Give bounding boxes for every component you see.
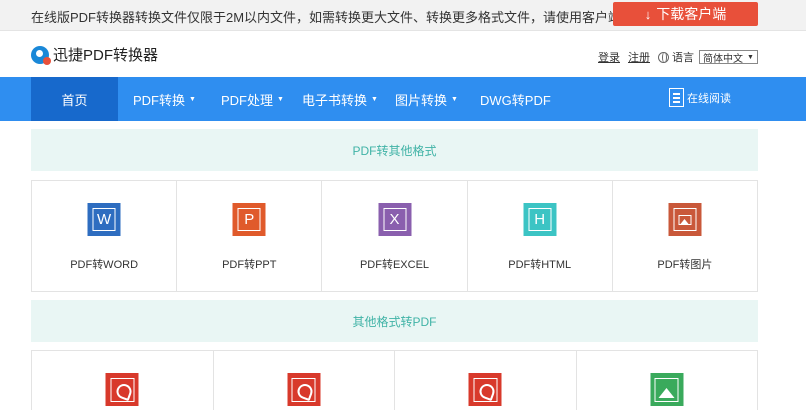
caret-down-icon: ▼ (747, 53, 754, 61)
cell-label: PDF转PPT (222, 259, 277, 271)
online-read-label: 在线阅读 (687, 92, 731, 105)
word-icon: W (87, 203, 121, 236)
nav-label: DWG转PDF (480, 92, 551, 108)
header: 迅捷PDF转换器 登录 注册 语言 简体中文 ▼ (0, 32, 806, 77)
image-icon (668, 203, 702, 236)
nav-item-dwg-to-pdf[interactable]: DWG转PDF (480, 77, 551, 121)
excel-icon: X (378, 203, 411, 236)
ppt-icon: P (232, 203, 266, 236)
register-link[interactable]: 注册 (628, 49, 650, 65)
nav-label: PDF处理 (221, 92, 274, 108)
language-value: 简体中文 (703, 53, 743, 65)
image-icon (650, 373, 684, 406)
nav-label: 电子书转换 (302, 92, 368, 108)
login-link[interactable]: 登录 (598, 49, 620, 65)
picture-glyph-icon (678, 214, 692, 225)
convert-pdf-to-word[interactable]: W PDF转WORD (32, 181, 178, 291)
convert-to-pdf-item[interactable] (214, 351, 395, 410)
globe-icon (658, 51, 669, 63)
convert-pdf-to-image[interactable]: PDF转图片 (613, 181, 757, 291)
nav-label: PDF转换 (133, 92, 186, 108)
cell-label: PDF转EXCEL (359, 259, 430, 271)
nav-label: 首页 (61, 92, 88, 108)
cell-label: PDF转WORD (70, 259, 139, 271)
convert-to-pdf-item[interactable] (32, 351, 214, 410)
notice-text: 在线版PDF转换器转换文件仅限于2M以内文件，如需转换更大文件、转换更多格式文件… (31, 10, 635, 25)
caret-down-icon: ▼ (371, 95, 378, 103)
language-select[interactable]: 简体中文 ▼ (699, 50, 758, 65)
convert-image-to-pdf[interactable] (577, 351, 758, 410)
pdf-icon (105, 373, 139, 406)
nav-label: 图片转换 (395, 92, 448, 108)
html-icon: H (523, 203, 557, 236)
pdf-icon (287, 373, 321, 406)
nav-item-ebook-convert[interactable]: 电子书转换 ▼ (302, 77, 378, 121)
section-title-other-to-pdf: 其他格式转PDF (31, 300, 758, 342)
download-client-button[interactable]: ↓ 下载客户端 (613, 2, 758, 26)
convert-pdf-to-excel[interactable]: X PDF转EXCEL (322, 181, 468, 291)
nav-item-pdf-process[interactable]: PDF处理 ▼ (221, 77, 284, 121)
logo-text: 迅捷PDF转换器 (53, 47, 159, 64)
cell-label: PDF转图片 (657, 259, 713, 271)
nav-item-pdf-convert[interactable]: PDF转换 ▼ (133, 77, 196, 121)
online-read-link[interactable]: 在线阅读 (669, 88, 731, 107)
convert-pdf-to-html[interactable]: H PDF转HTML (468, 181, 613, 291)
other-to-pdf-grid (31, 350, 758, 410)
document-icon (669, 88, 684, 107)
logo[interactable]: 迅捷PDF转换器 (31, 44, 158, 65)
main-nav: 首页 PDF转换 ▼ PDF处理 ▼ 电子书转换 ▼ 图片转换 ▼ DWG转PD… (0, 77, 806, 121)
nav-item-image-convert[interactable]: 图片转换 ▼ (395, 77, 458, 121)
cell-label: PDF转HTML (508, 259, 572, 271)
convert-to-pdf-item[interactable] (395, 351, 577, 410)
pdf-to-other-grid: W PDF转WORD P PDF转PPT X PDF转EXCEL H PDF转H… (31, 180, 758, 292)
caret-down-icon: ▼ (189, 95, 196, 103)
user-links: 登录 注册 语言 简体中文 ▼ (598, 49, 758, 65)
notice-bar: 在线版PDF转换器转换文件仅限于2M以内文件，如需转换更大文件、转换更多格式文件… (0, 0, 806, 31)
pdf-icon (468, 373, 502, 406)
section-title-pdf-to-other: PDF转其他格式 (31, 129, 758, 171)
download-label: 下载客户端 (656, 6, 727, 22)
nav-item-home[interactable]: 首页 (31, 77, 118, 121)
logo-icon (31, 45, 51, 65)
convert-pdf-to-ppt[interactable]: P PDF转PPT (177, 181, 323, 291)
language-label: 语言 (672, 52, 694, 64)
down-arrow-icon: ↓ (644, 6, 652, 22)
caret-down-icon: ▼ (451, 95, 458, 103)
caret-down-icon: ▼ (277, 95, 284, 103)
